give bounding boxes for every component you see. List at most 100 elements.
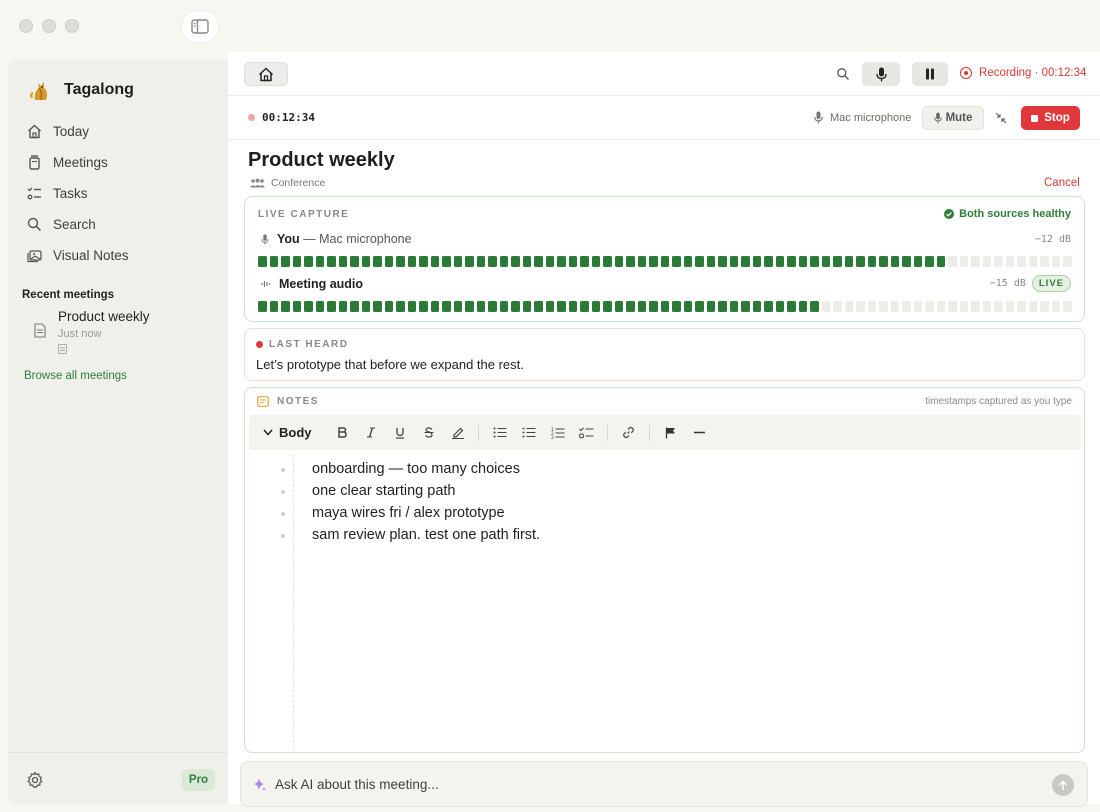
pause-icon xyxy=(926,68,934,80)
meter-segment xyxy=(281,256,290,267)
zoom-window-button[interactable] xyxy=(65,19,79,33)
meter-segment xyxy=(488,256,497,267)
meter-segment xyxy=(304,256,313,267)
meter-segment xyxy=(706,301,715,312)
meter-segment xyxy=(327,256,336,267)
meter-segment xyxy=(890,256,899,267)
sidebar-item-today[interactable]: Today xyxy=(24,116,220,147)
source-detail: — Mac microphone xyxy=(303,232,412,246)
cancel-button[interactable]: Cancel xyxy=(1044,177,1080,189)
meter-segment xyxy=(775,256,784,267)
meeting-title[interactable]: Product weekly xyxy=(248,149,395,172)
send-button[interactable] xyxy=(1052,774,1074,796)
meter-segment xyxy=(361,301,370,312)
meter-segment xyxy=(557,301,566,312)
notes-doc-icon xyxy=(58,344,67,354)
settings-gear-icon[interactable] xyxy=(26,771,44,789)
microphone-icon xyxy=(814,111,823,124)
note-bullet[interactable]: sam review plan. test one path first. xyxy=(281,524,540,546)
flag-button[interactable] xyxy=(656,421,685,445)
last-heard-text: Let’s prototype that before we expand th… xyxy=(256,357,524,372)
note-bullet[interactable]: one clear starting path xyxy=(281,480,540,502)
home-icon xyxy=(258,67,274,81)
stop-icon xyxy=(1031,114,1039,122)
note-bullet[interactable]: onboarding — too many choices xyxy=(281,458,540,480)
notes-icon xyxy=(257,396,269,407)
check-circle-icon xyxy=(944,209,955,219)
recent-meeting-time: Just now xyxy=(58,328,102,340)
meter-segment xyxy=(787,256,796,267)
meter-segment xyxy=(465,301,474,312)
health-status-text: Both sources healthy xyxy=(959,208,1071,220)
pause-button[interactable] xyxy=(912,62,948,86)
pro-badge[interactable]: Pro xyxy=(182,769,215,791)
strikethrough-icon xyxy=(424,427,433,438)
search-icon[interactable] xyxy=(836,67,850,81)
underline-button[interactable] xyxy=(385,421,414,445)
meeting-type[interactable]: Conference xyxy=(250,177,325,189)
meter-segment xyxy=(925,256,934,267)
meter-segment xyxy=(936,301,945,312)
highlight-button[interactable] xyxy=(443,421,472,445)
browse-all-meetings-link[interactable]: Browse all meetings xyxy=(24,370,127,382)
meter-segment xyxy=(419,301,428,312)
meetings-icon xyxy=(29,155,40,170)
meter-segment xyxy=(614,301,623,312)
meter-segment xyxy=(764,256,773,267)
input-source[interactable]: Mac microphone xyxy=(814,111,911,124)
notes-editor[interactable]: onboarding — too many choices one clear … xyxy=(245,454,1084,752)
top-toolbar: Recording · 00:12:34 xyxy=(228,52,1100,96)
meter-segment xyxy=(534,301,543,312)
collapse-icon[interactable] xyxy=(995,112,1007,124)
numbered-list-button[interactable]: 123 xyxy=(543,421,572,445)
meter-segment xyxy=(591,256,600,267)
meter-segment xyxy=(683,256,692,267)
sidebar-item-tasks[interactable]: Tasks xyxy=(24,178,220,209)
meter-segment xyxy=(1028,256,1037,267)
italic-button[interactable] xyxy=(356,421,385,445)
sidebar-item-visual-notes[interactable]: Visual Notes xyxy=(24,240,220,271)
meter-segment xyxy=(695,301,704,312)
meter-segment xyxy=(902,256,911,267)
meter-segment xyxy=(350,301,359,312)
meter-segment xyxy=(258,256,267,267)
strikethrough-button[interactable] xyxy=(414,421,443,445)
dash-list-button[interactable] xyxy=(514,421,543,445)
meter-segment xyxy=(281,301,290,312)
meter-segment xyxy=(315,256,324,267)
meter-segment xyxy=(603,301,612,312)
text-style-dropdown[interactable]: Body xyxy=(263,425,327,440)
arrow-up-icon xyxy=(1058,779,1068,790)
brand: Tagalong xyxy=(28,78,134,102)
sidebar-toggle-button[interactable] xyxy=(181,10,219,43)
meter-segment xyxy=(948,301,957,312)
meter-segment xyxy=(982,301,991,312)
sidebar-item-meetings[interactable]: Meetings xyxy=(24,147,220,178)
meter-segment xyxy=(798,256,807,267)
meter-segment xyxy=(752,301,761,312)
recent-meeting-item[interactable]: Product weekly Just now xyxy=(34,309,150,354)
mute-button[interactable]: Mute xyxy=(922,106,984,130)
bullet-list-button[interactable] xyxy=(485,421,514,445)
meter-segment xyxy=(557,256,566,267)
microphone-button[interactable] xyxy=(862,62,900,86)
divider-button[interactable] xyxy=(685,421,714,445)
close-window-button[interactable] xyxy=(19,19,33,33)
meter-segment xyxy=(729,256,738,267)
sparkle-icon xyxy=(254,778,266,791)
minimize-window-button[interactable] xyxy=(42,19,56,33)
last-heard-label: LAST HEARD xyxy=(269,339,349,350)
sidebar-toggle-icon xyxy=(191,19,209,34)
note-bullet[interactable]: maya wires fri / alex prototype xyxy=(281,502,540,524)
tasks-icon xyxy=(27,187,41,200)
mute-label: Mute xyxy=(945,112,973,124)
stop-button[interactable]: Stop xyxy=(1021,106,1080,130)
home-button[interactable] xyxy=(244,62,288,86)
meter-segment xyxy=(269,256,278,267)
meter-segment xyxy=(649,301,658,312)
ask-ai-input[interactable] xyxy=(275,762,1045,806)
bold-button[interactable] xyxy=(327,421,356,445)
checklist-button[interactable] xyxy=(572,421,601,445)
sidebar-item-search[interactable]: Search xyxy=(24,209,220,240)
link-button[interactable] xyxy=(614,421,643,445)
